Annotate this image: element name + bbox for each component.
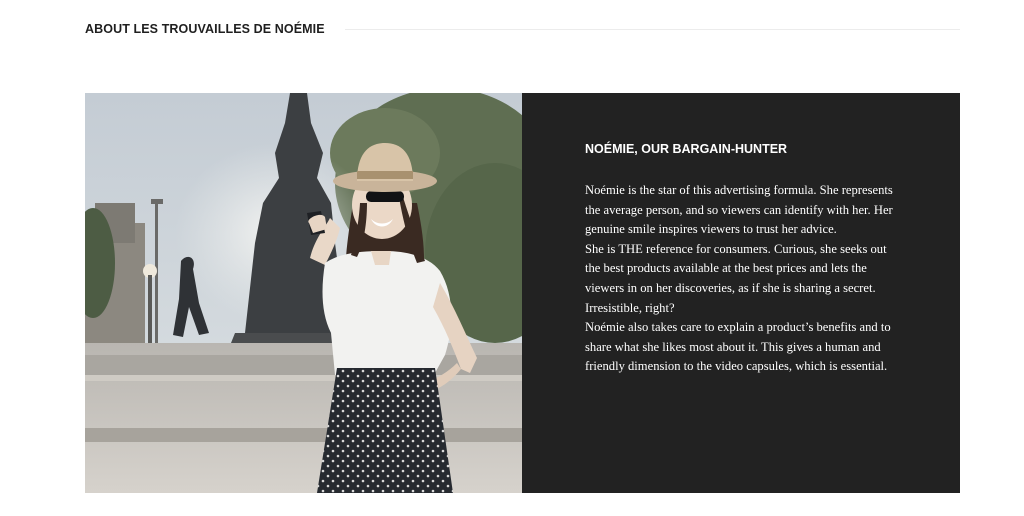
feature-body: Noémie is the star of this advertising f… xyxy=(585,181,903,377)
feature-paragraph: Noémie also takes care to explain a prod… xyxy=(585,320,891,374)
noemie-photo xyxy=(85,93,522,493)
section-title: ABOUT LES TROUVAILLES DE NOÉMIE xyxy=(85,22,325,36)
feature-panel: NOÉMIE, OUR BARGAIN-HUNTER Noémie is the… xyxy=(522,93,960,493)
feature-paragraph: She is THE reference for consumers. Curi… xyxy=(585,241,887,315)
feature-paragraph: Noémie is the star of this advertising f… xyxy=(585,183,893,237)
section-header: ABOUT LES TROUVAILLES DE NOÉMIE xyxy=(85,18,960,40)
photo-illustration xyxy=(85,93,522,493)
about-page: ABOUT LES TROUVAILLES DE NOÉMIE NOÉMIE, … xyxy=(0,0,1024,516)
feature-heading: NOÉMIE, OUR BARGAIN-HUNTER xyxy=(585,142,788,156)
section-divider xyxy=(344,28,960,30)
